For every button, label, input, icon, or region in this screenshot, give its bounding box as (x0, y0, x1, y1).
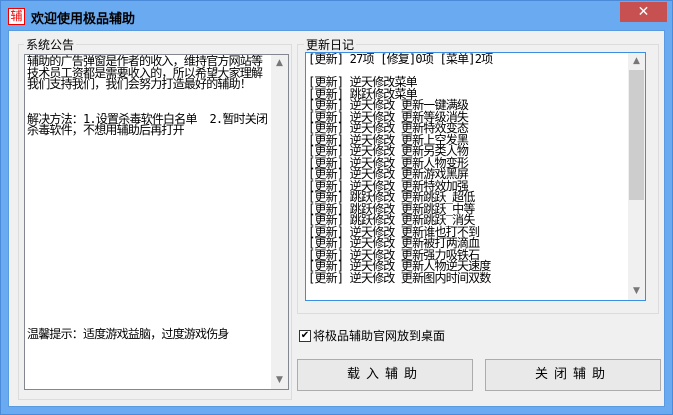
window-title: 欢迎使用极品辅助 (31, 12, 136, 27)
checkbox-label: 将极品辅助官网放到桌面 (313, 329, 446, 343)
changelog-textbox[interactable]: [更新] 27项 [修复]0项 [菜单]2项 [更新] 逆天修改菜单 [更新] 跳跃… (305, 52, 646, 301)
scroll-up-icon[interactable]: ▲ (628, 53, 645, 70)
notice-label: 系统公告 (24, 36, 77, 53)
close-button[interactable]: ✕ (620, 2, 667, 22)
app-icon: 辅 (8, 8, 25, 25)
changelog-line: [更新] 逆天修改 更新图内时间双数 (308, 270, 491, 285)
load-button[interactable]: 载入辅助 (297, 359, 473, 391)
client-area: 系统公告 辅助的广告弹窗是作者的收入，维持官方网站等技术员工资都是需要收入的，所… (8, 30, 665, 407)
changelog-text: [更新] 27项 [修复]0项 [菜单]2项 [更新] 逆天修改菜单 [更新] 跳跃… (306, 53, 645, 285)
notice-text: 辅助的广告弹窗是作者的收入，维持官方网站等技术员工资都是需要收入的，所以希望大家… (27, 54, 268, 137)
scroll-up-icon[interactable]: ▲ (271, 55, 288, 72)
scroll-down-icon[interactable]: ▼ (271, 372, 288, 389)
notice-textbox[interactable]: 辅助的广告弹窗是作者的收入，维持官方网站等技术员工资都是需要收入的，所以希望大家… (24, 54, 289, 390)
close-helper-button[interactable]: 关闭辅助 (485, 359, 661, 391)
changelog-label: 更新日记 (304, 36, 357, 53)
changelog-line: [更新] 27项 [修复]0项 [菜单]2项 (308, 52, 493, 66)
scroll-down-icon[interactable]: ▼ (628, 283, 645, 300)
notice-tip: 温馨提示：适度游戏益脑，过度游戏伤身 (27, 327, 229, 341)
desktop-shortcut-checkbox[interactable]: ✔ 将极品辅助官网放到桌面 (299, 327, 445, 344)
notice-scrollbar[interactable]: ▲ ▼ (271, 55, 288, 389)
scroll-thumb[interactable] (629, 70, 644, 200)
checkmark-icon[interactable]: ✔ (299, 329, 311, 342)
changelog-scrollbar[interactable]: ▲ ▼ (628, 53, 645, 300)
